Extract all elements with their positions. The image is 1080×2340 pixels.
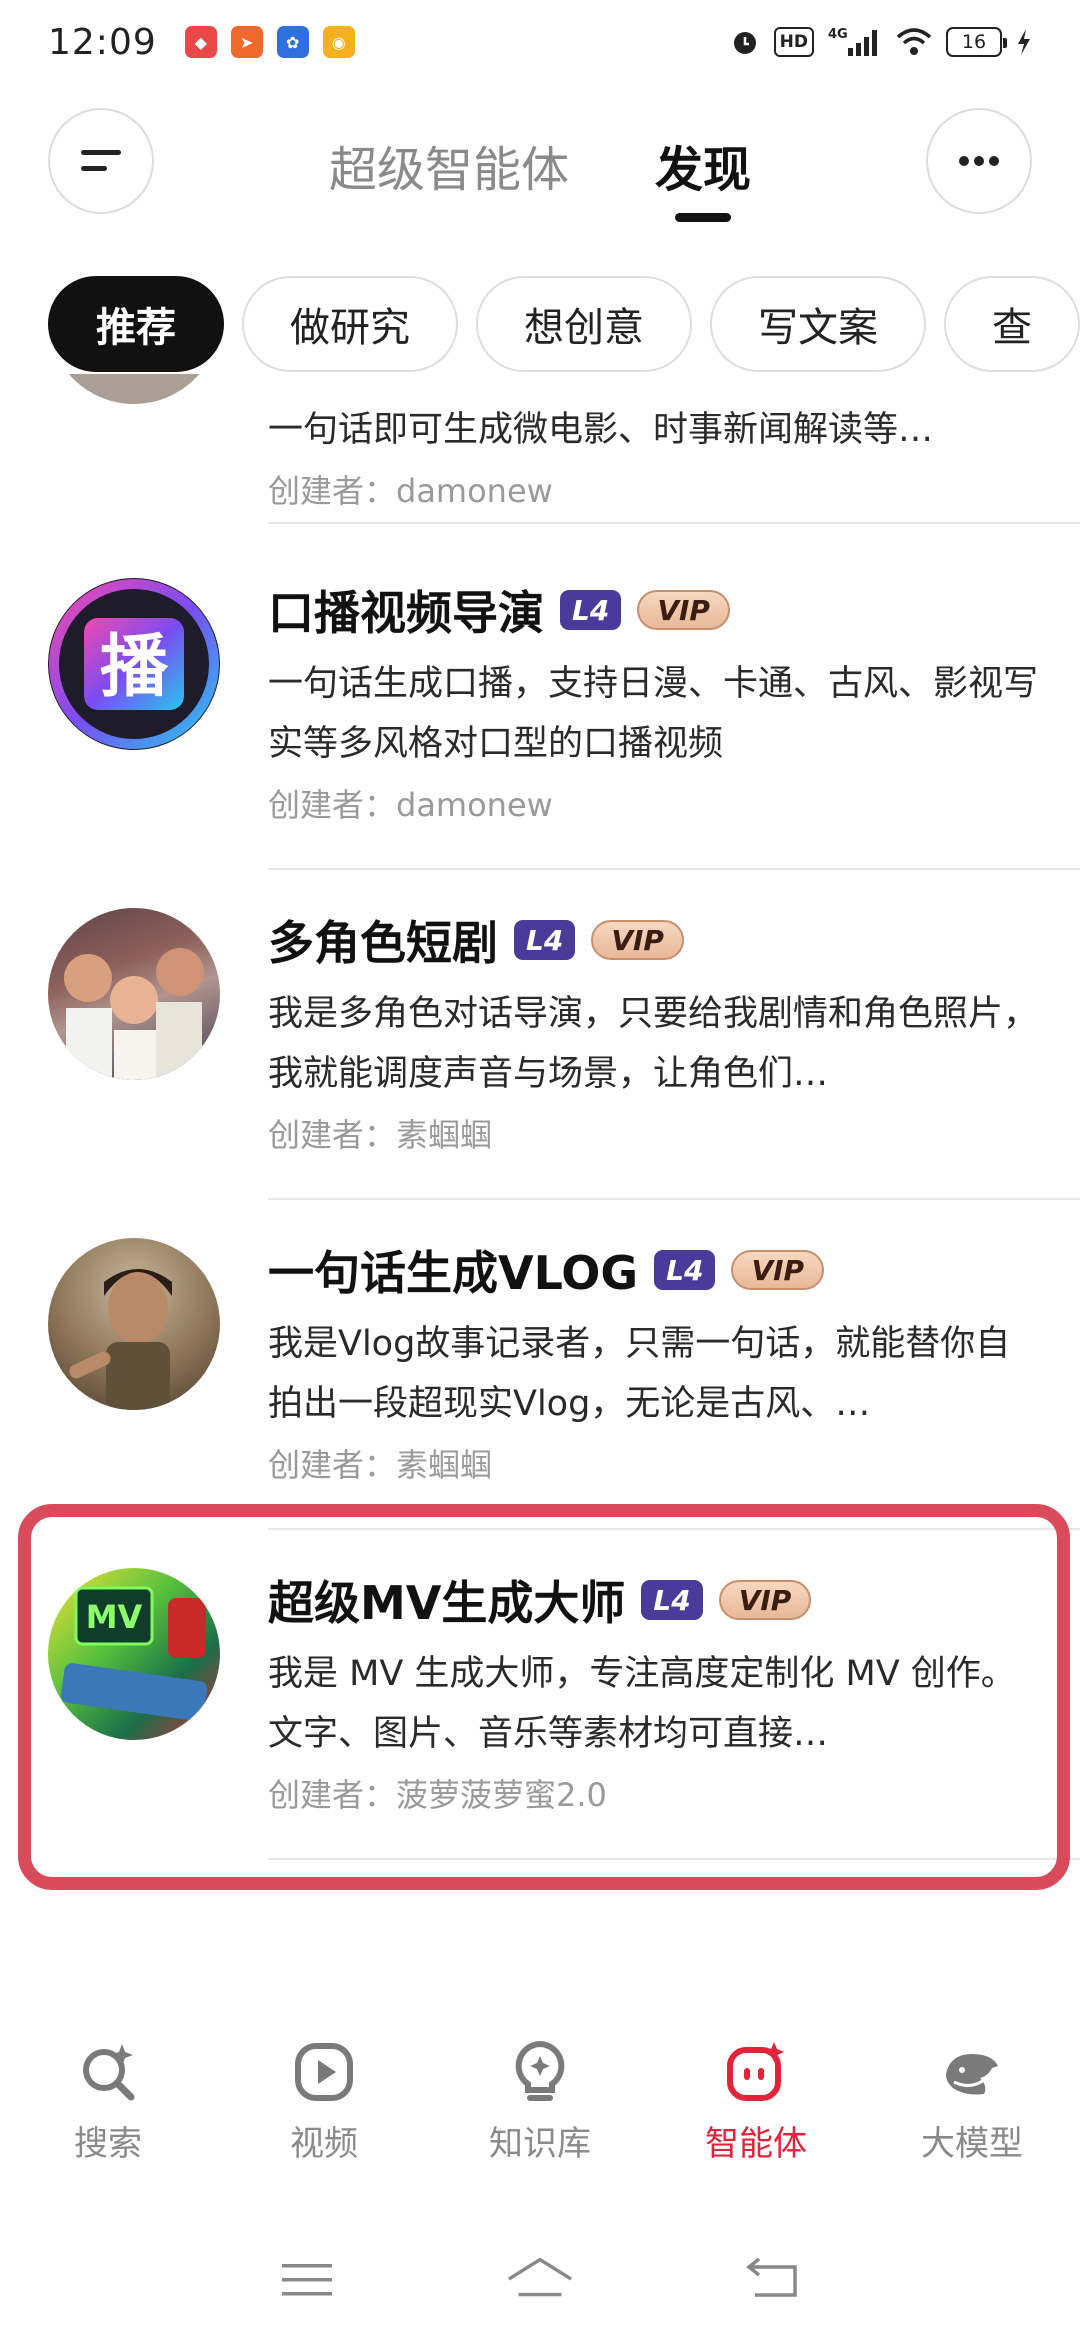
recent-apps-button[interactable] <box>272 2250 342 2310</box>
item-body: 多角色短剧 L4 VIP 我是多角色对话导演，只要给我剧情和角色照片，我就能调度… <box>268 908 1040 1156</box>
item-creator: 创建者：damonew <box>268 472 553 510</box>
divider <box>268 1858 1080 1860</box>
level-badge: L4 <box>560 590 622 630</box>
level-badge: L4 <box>514 920 576 960</box>
item-title-row: 一句话生成VLOG L4 VIP <box>268 1238 1040 1302</box>
notification-baidu-icon: ✿ <box>276 26 309 58</box>
item-description: 我是Vlog故事记录者，只需一句话，就能替你自拍出一段超现实Vlog，无论是古风… <box>268 1324 1011 1424</box>
broadcast-avatar: 播 <box>48 578 220 750</box>
item-creator: 创建者：素蝈蝈 <box>268 1446 493 1484</box>
item-title: 口播视频导演 <box>268 586 544 640</box>
item-title-row: 多角色短剧 L4 VIP <box>268 908 1040 972</box>
divider <box>268 522 1080 524</box>
agent-avatar <box>48 374 220 404</box>
header: 超级智能体 发现 <box>0 108 1080 218</box>
item-description: 一句话即可生成微电影、时事新闻解读等… <box>268 410 934 450</box>
svg-text:4G: 4G <box>828 27 848 42</box>
vlog-avatar <box>48 1238 220 1410</box>
item-title: 超级MV生成大师 <box>268 1576 626 1630</box>
level-badge: L4 <box>641 1580 703 1620</box>
nav-video[interactable]: 视频 <box>216 2040 432 2200</box>
nav-agent[interactable]: 智能体 <box>648 2040 864 2200</box>
item-body: 超级MV生成大师 L4 VIP 我是 MV 生成大师，专注高度定制化 MV 创作… <box>268 1568 1040 1816</box>
list-item[interactable]: 一句话即可生成微电影、时事新闻解读等… 创建者：damonew <box>0 374 1080 524</box>
play-icon <box>292 2040 356 2104</box>
more-dots-icon <box>959 156 999 166</box>
nav-label: 视频 <box>290 2124 358 2164</box>
item-title-row: 口播视频导演 L4 VIP <box>268 578 1040 642</box>
list-item[interactable]: 播 口播视频导演 L4 VIP 一句话生成口播，支持日漫、卡通、古风、影视写实等… <box>0 540 1080 870</box>
hd-indicator: HD <box>773 27 814 57</box>
chip-recommend[interactable]: 推荐 <box>48 276 224 372</box>
vip-badge: VIP <box>637 590 730 630</box>
header-tabs: 超级智能体 发现 <box>0 130 1080 200</box>
nav-label: 大模型 <box>921 2124 1023 2164</box>
tab-discover[interactable]: 发现 <box>655 130 751 200</box>
level-badge: L4 <box>654 1250 716 1290</box>
more-options-button[interactable] <box>926 108 1032 214</box>
home-icon <box>507 2257 572 2297</box>
nav-label: 智能体 <box>705 2124 807 2164</box>
status-bar: 12:09 ◆ ➤ ✿ ◉ HD 4G 16 <box>0 0 1080 84</box>
back-icon <box>746 2257 798 2297</box>
item-creator: 创建者：damonew <box>268 786 553 824</box>
svg-text:MV: MV <box>86 1598 143 1636</box>
agent-icon <box>724 2040 788 2104</box>
drama-avatar <box>48 908 220 1080</box>
app-screen: 12:09 ◆ ➤ ✿ ◉ HD 4G 16 超级智能体 发现 推荐 做研究 想… <box>0 0 1080 2340</box>
charging-icon <box>1016 27 1032 57</box>
agent-list: 一句话即可生成微电影、时事新闻解读等… 创建者：damonew 播 口播视频导演… <box>0 374 1080 1934</box>
back-button[interactable] <box>738 2250 808 2310</box>
menu-lines-icon <box>281 2264 332 2296</box>
item-title: 一句话生成VLOG <box>268 1246 639 1300</box>
battery-indicator: 16 <box>946 27 1007 57</box>
list-item[interactable]: 多角色短剧 L4 VIP 我是多角色对话导演，只要给我剧情和角色照片，我就能调度… <box>0 870 1080 1200</box>
tab-super-agent[interactable]: 超级智能体 <box>329 130 569 200</box>
chip-ideas[interactable]: 想创意 <box>476 276 692 372</box>
svg-text:播: 播 <box>100 628 169 707</box>
nav-search[interactable]: 搜索 <box>0 2040 216 2200</box>
notification-app-icon: ◆ <box>184 26 217 58</box>
lightbulb-icon <box>508 2040 572 2104</box>
system-nav-bar <box>0 2240 1080 2320</box>
search-sparkle-icon <box>76 2040 140 2104</box>
nav-label: 搜索 <box>74 2124 142 2164</box>
wifi-icon <box>896 27 932 57</box>
item-creator: 创建者：素蝈蝈 <box>268 1116 493 1154</box>
notification-weibo-icon: ◉ <box>322 26 355 58</box>
alarm-icon <box>730 27 760 57</box>
nav-knowledge[interactable]: 知识库 <box>432 2040 648 2200</box>
chip-research[interactable]: 做研究 <box>242 276 458 372</box>
mv-avatar: MV <box>48 1568 220 1740</box>
nav-label: 知识库 <box>489 2124 591 2164</box>
chip-search[interactable]: 查 <box>944 276 1080 372</box>
item-title-row: 超级MV生成大师 L4 VIP <box>268 1568 1040 1632</box>
home-button[interactable] <box>505 2250 575 2310</box>
list-item[interactable]: 一句话生成VLOG L4 VIP 我是Vlog故事记录者，只需一句话，就能替你自… <box>0 1200 1080 1530</box>
item-body: 一句话生成VLOG L4 VIP 我是Vlog故事记录者，只需一句话，就能替你自… <box>268 1238 1040 1486</box>
vip-badge: VIP <box>731 1250 825 1290</box>
list-item-highlighted[interactable]: MV 超级MV生成大师 L4 VIP 我是 MV 生成大师，专注高度定制化 MV… <box>0 1530 1080 1860</box>
status-indicators: HD 4G 16 <box>730 27 1032 57</box>
signal-icon: 4G <box>828 27 882 57</box>
status-time: 12:09 <box>48 21 157 63</box>
nav-model[interactable]: 大模型 <box>864 2040 1080 2200</box>
notification-send-icon: ➤ <box>230 26 263 58</box>
whale-icon <box>940 2040 1004 2104</box>
item-description: 我是 MV 生成大师，专注高度定制化 MV 创作。文字、图片、音乐等素材均可直接… <box>268 1654 1016 1754</box>
item-body: 口播视频导演 L4 VIP 一句话生成口播，支持日漫、卡通、古风、影视写实等多风… <box>268 578 1040 826</box>
item-description: 我是多角色对话导演，只要给我剧情和角色照片，我就能调度声音与场景，让角色们… <box>268 994 1039 1094</box>
vip-badge: VIP <box>591 920 684 960</box>
item-description: 一句话生成口播，支持日漫、卡通、古风、影视写实等多风格对口型的口播视频 <box>268 664 1039 764</box>
bottom-nav: 搜索 视频 知识库 智能体 大模型 <box>0 2040 1080 2200</box>
item-title: 多角色短剧 <box>268 916 498 970</box>
item-creator: 创建者：菠萝菠萝蜜2.0 <box>268 1776 607 1814</box>
status-app-icons: ◆ ➤ ✿ ◉ <box>184 26 355 58</box>
vip-badge: VIP <box>718 1580 812 1620</box>
chip-copywriting[interactable]: 写文案 <box>710 276 926 372</box>
category-chips: 推荐 做研究 想创意 写文案 查 <box>48 276 1080 372</box>
item-body: 一句话即可生成微电影、时事新闻解读等… 创建者：damonew <box>268 400 1040 512</box>
